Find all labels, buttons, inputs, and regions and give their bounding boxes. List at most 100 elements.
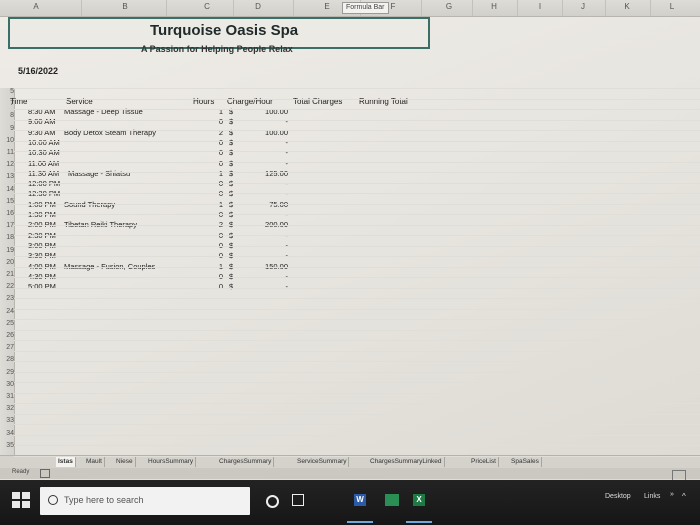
status-ready: Ready: [12, 469, 30, 475]
row-number[interactable]: 32: [0, 405, 14, 412]
row-number[interactable]: 25: [0, 320, 14, 327]
gridline: [14, 277, 700, 278]
row-number[interactable]: 13: [0, 173, 14, 180]
row-number[interactable]: 33: [0, 417, 14, 424]
row-number[interactable]: 29: [0, 369, 14, 376]
links-toolbar[interactable]: Links: [644, 493, 660, 500]
row-number[interactable]: 8: [0, 112, 14, 119]
column-letter[interactable]: A: [26, 2, 46, 11]
row-number[interactable]: 15: [0, 198, 14, 205]
currency-symbol: $: [229, 169, 234, 178]
column-letter[interactable]: I: [530, 2, 550, 11]
row-number[interactable]: 35: [0, 442, 14, 449]
row-number[interactable]: 12: [0, 161, 14, 168]
windows-start-icon[interactable]: [12, 492, 32, 510]
row-number[interactable]: 14: [0, 186, 14, 193]
column-letter[interactable]: L: [662, 2, 682, 11]
macro-record-icon[interactable]: [40, 469, 50, 478]
row-number[interactable]: 9: [0, 125, 14, 132]
taskbar-search-box[interactable]: Type here to search: [40, 487, 250, 515]
row-number[interactable]: 27: [0, 344, 14, 351]
row-number[interactable]: 17: [0, 222, 14, 229]
spa-tagline: A Passion for Helping People Relax: [141, 44, 293, 54]
column-divider[interactable]: [650, 0, 651, 16]
row-number[interactable]: 30: [0, 381, 14, 388]
sheet-tab[interactable]: ChargesSummary: [217, 457, 275, 467]
row-number[interactable]: 20: [0, 259, 14, 266]
hours-cell: 0: [218, 138, 223, 147]
column-divider[interactable]: [605, 0, 606, 16]
sheet-tab[interactable]: ChargesSummaryLinked: [368, 457, 445, 467]
charge-per-hour-cell: -: [285, 117, 289, 126]
sheet-tab[interactable]: ServiceSummary: [295, 457, 350, 467]
excel-active-indicator: [406, 521, 432, 523]
row-number[interactable]: 23: [0, 295, 14, 302]
column-letter[interactable]: J: [573, 2, 593, 11]
column-divider[interactable]: [166, 0, 167, 16]
charge-per-hour-cell: -: [285, 282, 289, 291]
column-letter[interactable]: K: [617, 2, 637, 11]
row-number[interactable]: 11: [0, 149, 14, 156]
row-number[interactable]: 10: [0, 137, 14, 144]
gridline: [14, 109, 700, 110]
gridline: [14, 319, 700, 320]
hours-cell: 0: [218, 159, 223, 168]
gridline: [14, 424, 700, 425]
column-letter[interactable]: G: [439, 2, 459, 11]
row-number[interactable]: 28: [0, 356, 14, 363]
formula-bar-label[interactable]: Formula Bar: [342, 2, 389, 14]
currency-symbol: $: [229, 148, 234, 157]
row-number[interactable]: 31: [0, 393, 14, 400]
sheet-tab[interactable]: HoursSummary: [146, 457, 197, 467]
gridline: [14, 193, 700, 194]
column-divider[interactable]: [562, 0, 563, 16]
gridline: [14, 372, 700, 373]
time-cell: 5:00 PM: [28, 282, 56, 291]
sheet-tab[interactable]: Mault: [84, 457, 105, 467]
gridline: [14, 288, 700, 289]
gridline: [14, 361, 700, 362]
column-divider[interactable]: [517, 0, 518, 16]
time-cell: 10:30 AM: [28, 148, 60, 157]
row-number[interactable]: 24: [0, 308, 14, 315]
sheet-tab[interactable]: PriceList: [469, 457, 499, 467]
column-divider[interactable]: [81, 0, 82, 16]
row-number[interactable]: 18: [0, 234, 14, 241]
gridline: [14, 183, 700, 184]
desktop-toolbar[interactable]: Desktop: [605, 493, 631, 500]
column-divider[interactable]: [472, 0, 473, 16]
column-letter[interactable]: E: [317, 2, 337, 11]
sheet-tab-bar: Istas Mault Niese HoursSummary ChargesSummar…: [0, 455, 700, 469]
row-number[interactable]: 22: [0, 283, 14, 290]
tray-caret-icon[interactable]: ^: [682, 492, 686, 501]
double-chevron-icon[interactable]: »: [670, 491, 674, 498]
cortana-icon[interactable]: [266, 495, 279, 508]
row-number[interactable]: 34: [0, 430, 14, 437]
row-number[interactable]: 21: [0, 271, 14, 278]
sheet-tab[interactable]: SpaSales: [509, 457, 542, 467]
row-number[interactable]: 19: [0, 247, 14, 254]
row-number[interactable]: 16: [0, 210, 14, 217]
task-view-icon[interactable]: [292, 494, 304, 506]
sheet-tab[interactable]: Istas: [56, 457, 76, 467]
sheet-tab[interactable]: Niese: [114, 457, 136, 467]
gridline: [14, 414, 700, 415]
photos-app-icon[interactable]: [385, 494, 399, 506]
column-letter[interactable]: D: [248, 2, 268, 11]
excel-app-icon[interactable]: X: [413, 494, 425, 506]
column-divider[interactable]: [421, 0, 422, 16]
gridline: [14, 88, 700, 89]
column-divider[interactable]: [293, 0, 294, 16]
column-divider[interactable]: [233, 0, 234, 16]
column-letter[interactable]: C: [197, 2, 217, 11]
gridline: [14, 151, 700, 152]
column-letter[interactable]: B: [115, 2, 135, 11]
gridline: [14, 225, 700, 226]
column-letter[interactable]: H: [484, 2, 504, 11]
row-number[interactable]: 5: [0, 88, 14, 95]
hours-cell: 1: [218, 169, 223, 178]
word-app-icon[interactable]: W: [354, 494, 366, 506]
windows-taskbar: Type here to search W X Desktop Links » …: [0, 480, 700, 525]
spa-title: Turquoise Oasis Spa: [150, 22, 299, 39]
row-number[interactable]: 26: [0, 332, 14, 339]
